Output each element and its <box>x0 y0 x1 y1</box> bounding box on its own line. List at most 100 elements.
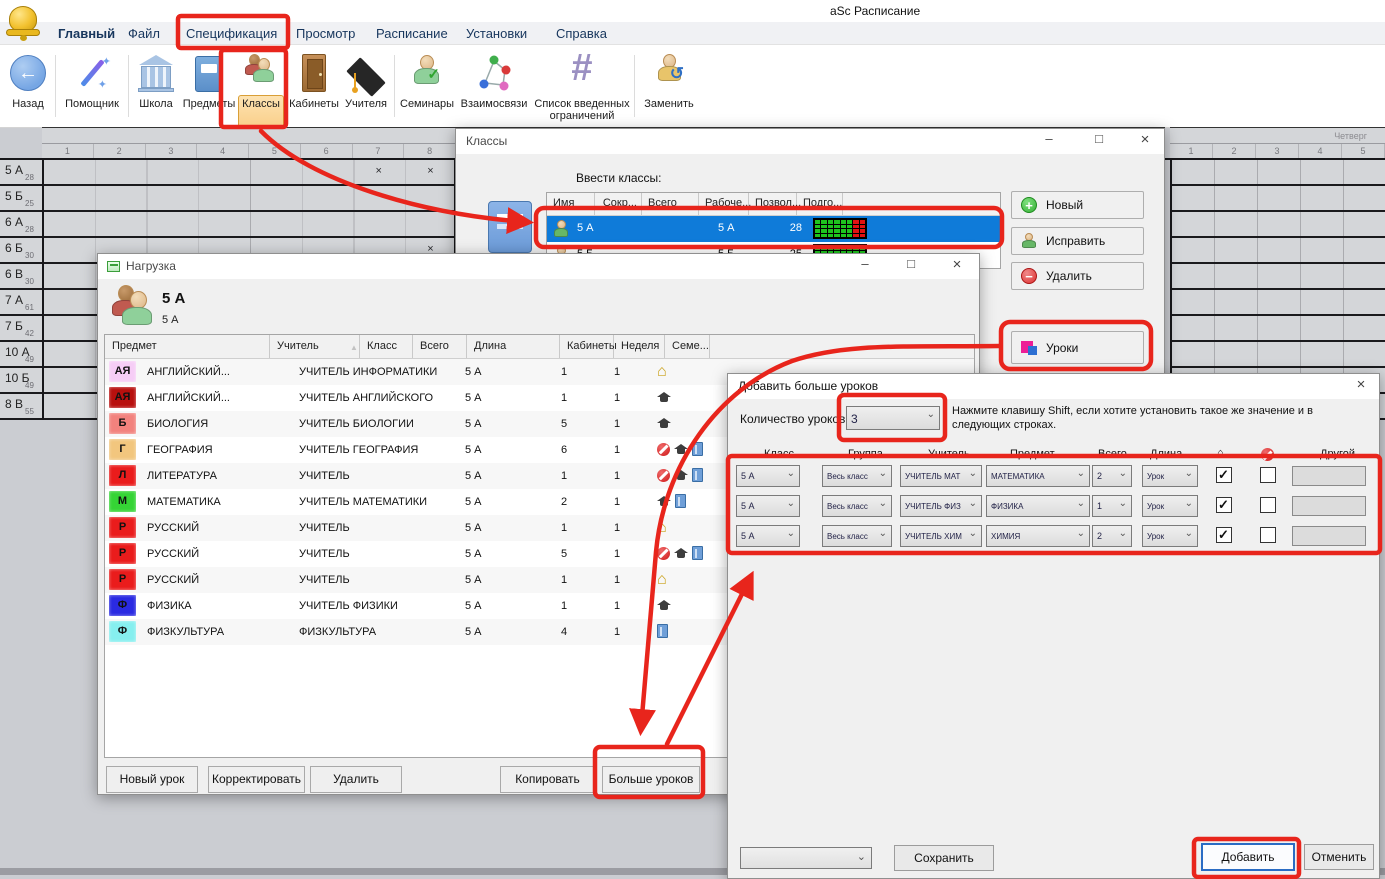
column-header[interactable]: Неделя <box>614 335 665 358</box>
menu-help[interactable]: Справка <box>556 26 607 41</box>
new-class-button[interactable]: + Новый <box>1011 191 1144 219</box>
teacher-dropdown[interactable]: УЧИТЕЛЬ ХИМ <box>900 525 982 547</box>
class-label-row[interactable]: 8 В 55 <box>0 394 42 420</box>
homeroom-checkbox[interactable] <box>1216 467 1232 483</box>
back-button[interactable]: ← Назад <box>6 51 50 110</box>
close-button[interactable]: × <box>1130 131 1160 151</box>
lesson-count-dropdown[interactable]: 3 <box>846 406 940 430</box>
column-header[interactable]: Всего <box>642 193 699 215</box>
column-header[interactable]: Семе... <box>665 335 710 358</box>
other-field[interactable] <box>1292 466 1366 486</box>
column-header[interactable]: Позвол... <box>749 193 797 215</box>
menu-main[interactable]: Главный <box>58 26 115 41</box>
class-dropdown[interactable]: 5 А <box>736 495 800 517</box>
save-button[interactable]: Сохранить <box>894 845 994 871</box>
total-dropdown[interactable]: 1 <box>1092 495 1132 517</box>
column-header[interactable]: Сокр... <box>595 193 642 215</box>
close-button[interactable]: × <box>942 256 972 276</box>
edit-lesson-button[interactable]: Корректировать <box>208 766 305 793</box>
column-header[interactable]: Рабоче... <box>699 193 749 215</box>
class-label-row[interactable]: 6 А 28 <box>0 212 42 238</box>
classes-button[interactable]: Классы <box>238 51 284 110</box>
column-header[interactable]: Предмет <box>105 335 270 358</box>
length-dropdown[interactable]: Урок <box>1142 465 1198 487</box>
lessons-button[interactable]: Уроки <box>1011 331 1144 364</box>
minimize-button[interactable]: – <box>850 256 880 276</box>
menu-timetable[interactable]: Расписание <box>376 26 448 41</box>
teachers-button[interactable]: Учителя <box>342 51 390 110</box>
other-field[interactable] <box>1292 496 1366 516</box>
template-dropdown[interactable] <box>740 847 872 869</box>
menu-specification[interactable]: Спецификация <box>186 26 277 41</box>
maximize-button[interactable]: □ <box>896 256 926 276</box>
subject-dropdown[interactable]: МАТЕМАТИКА <box>986 465 1090 487</box>
wizard-button[interactable]: ✦✦ Помощник <box>60 51 124 110</box>
other-field[interactable] <box>1292 526 1366 546</box>
column-header[interactable]: Класс <box>360 335 413 358</box>
class-label-row[interactable]: 6 Б 30 <box>0 238 42 264</box>
copy-lesson-button[interactable]: Копировать <box>500 766 595 793</box>
group-dropdown[interactable]: Весь класс <box>822 495 892 517</box>
column-header[interactable]: Кабинеты <box>560 335 614 358</box>
subject-dropdown[interactable]: ФИЗИКА <box>986 495 1090 517</box>
classes-table-header[interactable]: ИмяСокр...ВсегоРабоче...Позвол...Подго..… <box>547 193 1000 216</box>
class-label-row[interactable]: 7 Б 42 <box>0 316 42 342</box>
relationships-button[interactable]: Взаимосвязи <box>458 51 530 110</box>
group-dropdown[interactable]: Весь класс <box>822 525 892 547</box>
delete-class-button[interactable]: − Удалить <box>1011 262 1144 290</box>
maximize-button[interactable]: □ <box>1084 131 1114 151</box>
subject-cell: АНГЛИЙСКИЙ... <box>147 392 230 404</box>
homeroom-checkbox[interactable] <box>1216 497 1232 513</box>
selected-class-subtitle: 5 А <box>162 314 179 326</box>
more-lessons-button[interactable]: Больше уроков <box>602 766 700 793</box>
forbid-checkbox[interactable] <box>1260 527 1276 543</box>
class-label-row[interactable]: 5 Б 25 <box>0 186 42 212</box>
class-dropdown[interactable]: 5 А <box>736 465 800 487</box>
menu-file[interactable]: Файл <box>128 26 160 41</box>
column-header[interactable]: Имя <box>547 193 595 215</box>
seminars-button[interactable]: ✓ Семинары <box>398 51 456 110</box>
class-label-row[interactable]: 10 Б 49 <box>0 368 42 394</box>
school-button[interactable]: Школа <box>132 51 180 110</box>
menu-view[interactable]: Просмотр <box>296 26 355 41</box>
replace-button[interactable]: ↺ Заменить <box>640 51 698 110</box>
class-label-row[interactable]: 10 А 49 <box>0 342 42 368</box>
forbid-checkbox[interactable] <box>1260 467 1276 483</box>
forbid-checkbox[interactable] <box>1260 497 1276 513</box>
column-header[interactable]: Длина <box>467 335 560 358</box>
cancel-button[interactable]: Отменить <box>1304 844 1374 870</box>
length-dropdown[interactable]: Урок <box>1142 495 1198 517</box>
constraints-list-button[interactable]: # Список введенных ограничений <box>532 51 632 122</box>
column-header[interactable]: Подго... <box>797 193 843 215</box>
teacher-dropdown[interactable]: УЧИТЕЛЬ МАТ <box>900 465 982 487</box>
homeroom-checkbox[interactable] <box>1216 527 1232 543</box>
column-header[interactable]: Всего <box>413 335 467 358</box>
minimize-button[interactable]: – <box>1034 131 1064 151</box>
menu-settings[interactable]: Установки <box>466 26 527 41</box>
group-dropdown[interactable]: Весь класс <box>822 465 892 487</box>
add-dialog-titlebar[interactable]: Добавить больше уроков × <box>728 374 1379 399</box>
close-button[interactable]: × <box>1346 376 1376 396</box>
add-button[interactable]: Добавить <box>1201 843 1295 871</box>
total-dropdown[interactable]: 2 <box>1092 465 1132 487</box>
rooms-button[interactable]: Кабинеты <box>286 51 342 110</box>
rooms-cell <box>657 598 671 612</box>
column-header[interactable]: Учитель <box>270 335 360 358</box>
lessons-table-header[interactable]: ПредметУчительКлассВсегоДлинаКабинетыНед… <box>105 335 974 359</box>
length-dropdown[interactable]: Урок <box>1142 525 1198 547</box>
class-label-row[interactable]: 5 А 28 <box>0 160 42 186</box>
class-dropdown[interactable]: 5 А <box>736 525 800 547</box>
delete-lesson-button[interactable]: Удалить <box>310 766 402 793</box>
subjects-button[interactable]: Предметы <box>181 51 237 110</box>
subject-dropdown[interactable]: ХИМИЯ <box>986 525 1090 547</box>
class-label-row[interactable]: 6 В 30 <box>0 264 42 290</box>
classes-dialog-titlebar[interactable]: Классы – □ × <box>456 129 1164 154</box>
load-dialog-titlebar[interactable]: Нагрузка – □ × <box>98 254 979 279</box>
class-label-row[interactable]: 7 А 61 <box>0 290 42 316</box>
total-dropdown[interactable]: 2 <box>1092 525 1132 547</box>
teacher-dropdown[interactable]: УЧИТЕЛЬ ФИЗ <box>900 495 982 517</box>
edit-class-button[interactable]: Исправить <box>1011 227 1144 255</box>
class-table-row[interactable]: 5 А 5 А 28 <box>547 216 1000 242</box>
new-lesson-button[interactable]: Новый урок <box>106 766 198 793</box>
period-number: 5 <box>1342 144 1385 159</box>
